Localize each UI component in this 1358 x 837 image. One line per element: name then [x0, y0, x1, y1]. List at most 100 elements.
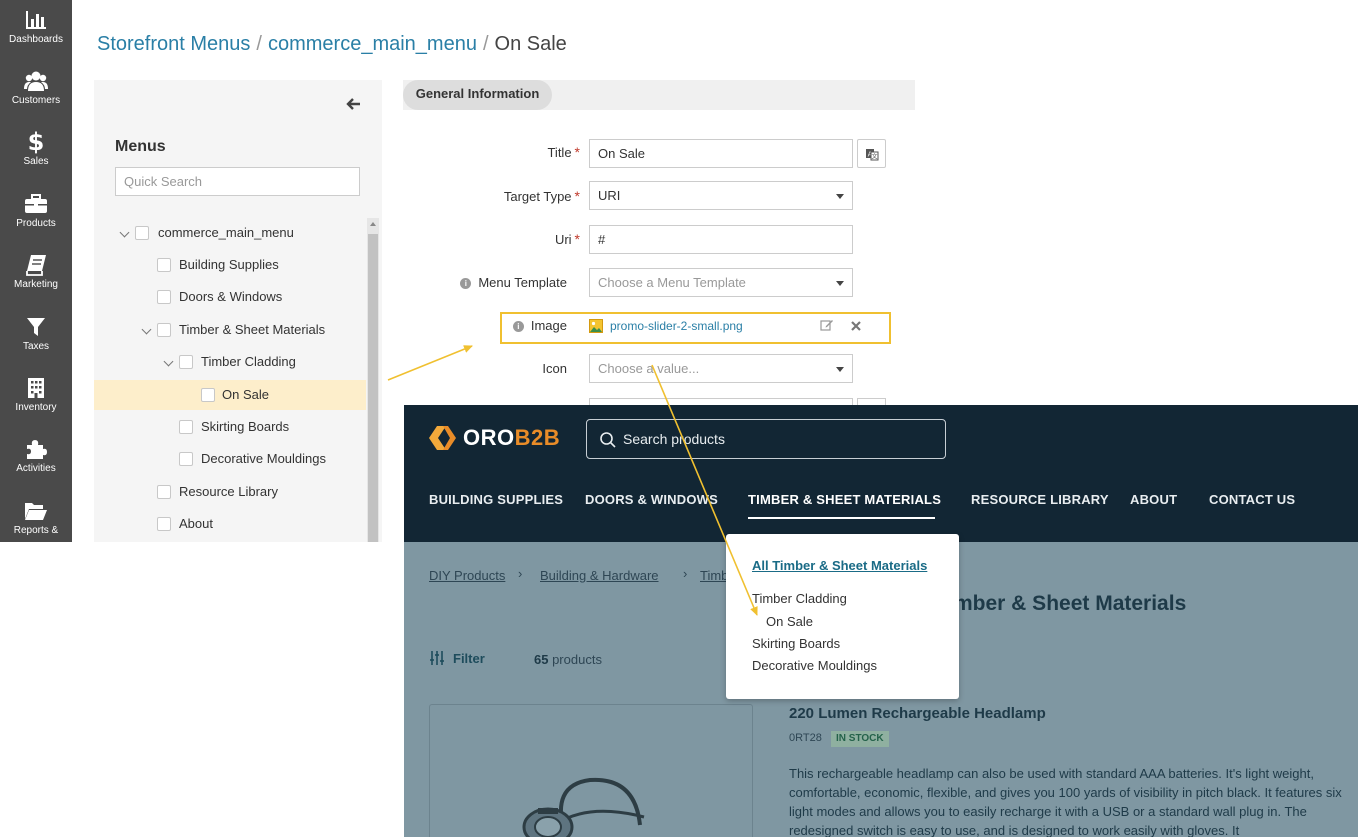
tree-checkbox[interactable] [157, 485, 171, 499]
menus-tree-panel: Menus commerce_main_menu Building Suppli… [94, 80, 382, 542]
form-tab-strip: General Information [403, 80, 915, 110]
sidebar-item-label: Marketing [14, 279, 58, 290]
sidebar-item-customers[interactable]: Customers [0, 63, 72, 123]
menu-template-select[interactable]: Choose a Menu Template [589, 268, 853, 297]
book-icon [0, 253, 72, 277]
svg-text:$: $ [28, 129, 44, 155]
sidebar-item-products[interactable]: Products [0, 186, 72, 246]
nav-resource-library[interactable]: RESOURCE LIBRARY [971, 492, 1109, 507]
tree-item-doors-windows[interactable]: Doors & Windows [94, 282, 366, 312]
sidebar-item-label: Products [16, 218, 56, 229]
active-nav-underline [748, 517, 935, 519]
breadcrumb-menu[interactable]: commerce_main_menu [268, 33, 477, 55]
tree-item-timber-sheet-materials[interactable]: Timber & Sheet Materials [94, 315, 366, 345]
store-breadcrumb-timber[interactable]: Timb [700, 568, 728, 583]
sidebar-item-sales[interactable]: $ Sales [0, 124, 72, 184]
product-image[interactable] [429, 704, 753, 837]
breadcrumb-storefront-menus[interactable]: Storefront Menus [97, 33, 250, 55]
tree-checkbox[interactable] [179, 355, 193, 369]
tree-checkbox[interactable] [157, 323, 171, 337]
tree-item-on-sale[interactable]: On Sale [94, 380, 366, 410]
tree-checkbox[interactable] [201, 388, 215, 402]
sidebar-item-inventory[interactable]: Inventory [0, 370, 72, 430]
tree-checkbox[interactable] [157, 258, 171, 272]
storefront-search-input[interactable]: Search products [586, 419, 946, 459]
page-title: On Sale [494, 33, 567, 55]
nav-about[interactable]: ABOUT [1130, 492, 1177, 507]
tree-item-resource-library[interactable]: Resource Library [94, 477, 366, 507]
chevron-down-icon[interactable] [119, 227, 130, 238]
tree-item-commerce-main-menu[interactable]: commerce_main_menu [94, 218, 366, 248]
tree-checkbox[interactable] [179, 452, 193, 466]
tree-checkbox[interactable] [157, 290, 171, 304]
store-breadcrumb-chevron-icon: › [683, 566, 688, 581]
scrollbar-thumb[interactable] [368, 234, 378, 542]
dropdown-item-skirting-boards[interactable]: Skirting Boards [752, 636, 840, 651]
tree-item-decorative-mouldings[interactable]: Decorative Mouldings [94, 444, 366, 474]
tree-checkbox[interactable] [157, 517, 171, 531]
sidebar-item-dashboards[interactable]: Dashboards [0, 2, 72, 62]
sidebar-item-label: Activities [16, 463, 56, 474]
nav-building-supplies[interactable]: BUILDING SUPPLIES [429, 492, 563, 507]
collapse-tree-button[interactable] [346, 96, 362, 112]
tree-scrollbar[interactable] [367, 218, 379, 542]
store-breadcrumb-chevron-icon: › [518, 566, 523, 581]
sidebar-item-label: Dashboards [9, 34, 63, 45]
tree-search-input[interactable] [115, 167, 360, 196]
storefront-header: OROB2B Search products BUILDING SUPPLIES… [404, 405, 1358, 542]
tree-item-timber-cladding[interactable]: Timber Cladding [94, 347, 366, 377]
stock-badge: IN STOCK [831, 731, 889, 747]
nav-doors-windows[interactable]: DOORS & WINDOWS [585, 492, 718, 507]
sidebar-item-taxes[interactable]: Taxes [0, 309, 72, 369]
store-breadcrumb-building-hardware[interactable]: Building & Hardware [540, 568, 659, 583]
nav-dropdown-menu: All Timber & Sheet Materials Timber Clad… [726, 534, 959, 699]
sidebar-item-label: Customers [11, 95, 61, 106]
tree-item-about[interactable]: About [94, 509, 366, 539]
arrow-tree-to-image [387, 345, 473, 381]
tree-checkbox[interactable] [135, 226, 149, 240]
edit-image-button[interactable] [820, 318, 834, 332]
dropdown-item-decorative-mouldings[interactable]: Decorative Mouldings [752, 658, 877, 673]
tab-general-information[interactable]: General Information [403, 80, 552, 110]
title-label: Title * [547, 144, 580, 160]
image-file-link[interactable]: promo-slider-2-small.png [610, 319, 743, 333]
tree-item-label: Skirting Boards [201, 419, 290, 434]
edit-icon [820, 320, 833, 331]
dollar-icon: $ [0, 129, 72, 155]
translate-button[interactable]: A文 [857, 139, 886, 168]
sidebar-item-activities[interactable]: Activities [0, 431, 72, 491]
info-icon: i [460, 278, 472, 289]
chevron-down-icon[interactable] [141, 324, 152, 335]
chevron-down-icon[interactable] [163, 356, 174, 367]
dropdown-item-timber-cladding[interactable]: Timber Cladding [752, 591, 847, 606]
sidebar-item-reports[interactable]: Reports & [0, 493, 72, 553]
dropdown-all-link[interactable]: All Timber & Sheet Materials [752, 558, 927, 573]
menu-template-label: i Menu Template [440, 275, 567, 290]
title-input[interactable]: On Sale [589, 139, 853, 168]
remove-image-button[interactable] [850, 319, 862, 331]
tree-item-building-supplies[interactable]: Building Supplies [94, 250, 366, 280]
nav-timber-sheet-materials[interactable]: TIMBER & SHEET MATERIALS [748, 492, 941, 507]
oro-logo-icon [429, 426, 456, 450]
dropdown-item-on-sale[interactable]: On Sale [766, 614, 813, 629]
filter-button[interactable]: Filter [429, 650, 485, 666]
tree-checkbox[interactable] [179, 420, 193, 434]
caret-down-icon [836, 281, 844, 286]
storefront-logo[interactable]: OROB2B [429, 425, 560, 451]
close-icon [851, 321, 861, 331]
translate-icon: A文 [865, 148, 878, 160]
logo-text: OROB2B [463, 425, 561, 450]
scroll-up-arrow-icon[interactable] [370, 222, 376, 226]
required-mark: * [574, 188, 580, 204]
uri-input[interactable]: # [589, 225, 853, 254]
tree-item-skirting-boards[interactable]: Skirting Boards [94, 412, 366, 442]
sidebar-item-marketing[interactable]: Marketing [0, 247, 72, 307]
nav-contact-us[interactable]: CONTACT US [1209, 492, 1295, 507]
icon-select[interactable]: Choose a value... [589, 354, 853, 383]
arrow-left-icon [346, 98, 360, 110]
product-title[interactable]: 220 Lumen Rechargeable Headlamp [789, 705, 1046, 722]
uri-label: Uri * [554, 231, 580, 247]
store-breadcrumb-diy-products[interactable]: DIY Products [429, 568, 505, 583]
tree-item-label: Resource Library [179, 484, 278, 499]
target-type-select[interactable]: URI [589, 181, 853, 210]
